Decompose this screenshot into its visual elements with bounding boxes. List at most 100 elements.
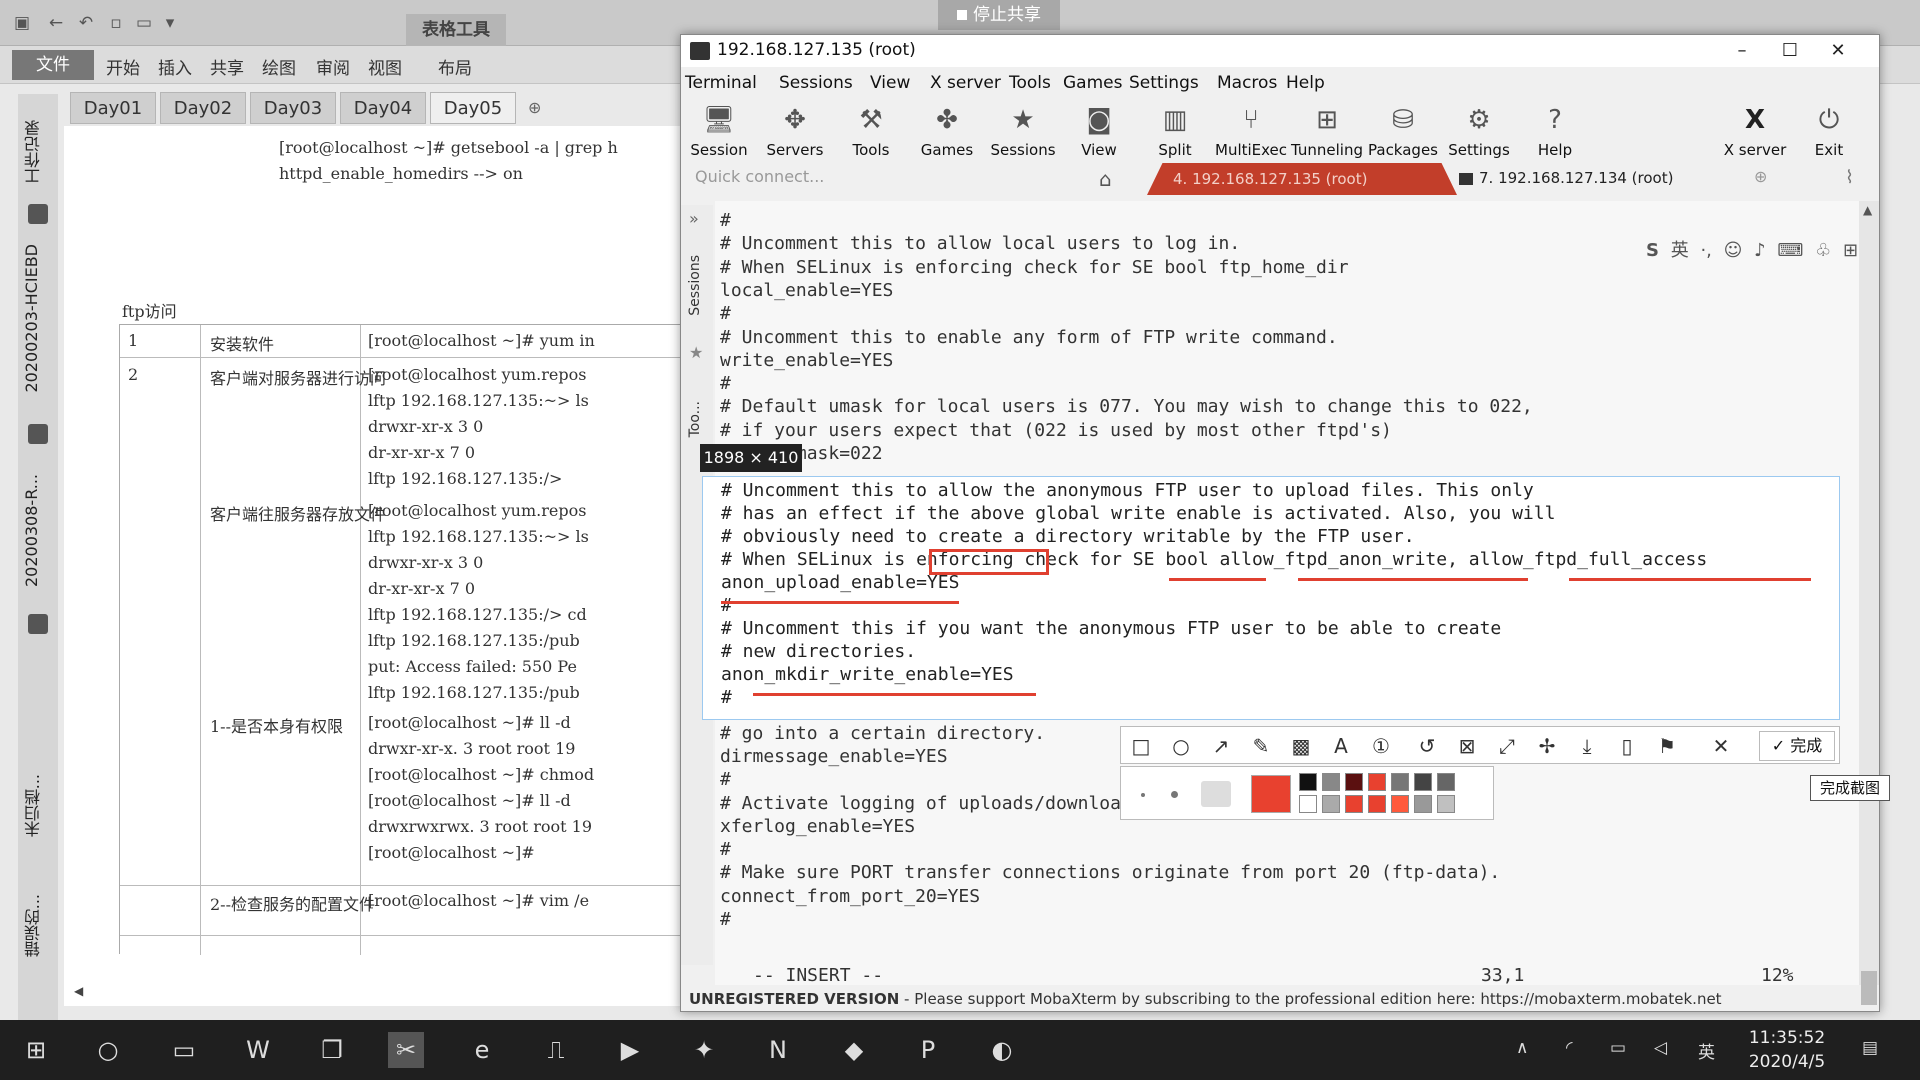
- close-icon[interactable]: ✕: [1815, 37, 1861, 65]
- mic-icon[interactable]: ♪: [1754, 240, 1766, 261]
- menu-view[interactable]: View: [870, 73, 910, 93]
- tray-chevron-icon[interactable]: ∧: [1516, 1038, 1528, 1058]
- menu-review[interactable]: 审阅: [316, 54, 350, 79]
- screenshot-selection-area[interactable]: # Uncomment this to allow the anonymous …: [702, 476, 1840, 720]
- color-swatch[interactable]: [1391, 795, 1409, 813]
- long-screenshot-icon[interactable]: ⤢: [1493, 733, 1521, 759]
- size-medium[interactable]: [1171, 791, 1178, 798]
- undo-icon[interactable]: ↺: [1413, 733, 1441, 759]
- ime-lang[interactable]: 英: [1671, 240, 1689, 261]
- menu-share[interactable]: 共享: [210, 54, 244, 79]
- home-icon[interactable]: ⌂: [1099, 167, 1112, 191]
- annotation-underline[interactable]: [1169, 578, 1266, 581]
- annotation-rectangle[interactable]: [929, 549, 1049, 575]
- skin-icon[interactable]: ♧: [1815, 240, 1831, 261]
- menu-sessions[interactable]: Sessions: [779, 73, 853, 93]
- tab-day02[interactable]: Day02: [160, 92, 246, 124]
- system-clock[interactable]: 11:35:52 2020/4/5: [1742, 1026, 1832, 1074]
- menu-macros[interactable]: Macros: [1217, 73, 1277, 93]
- mobaxterm-taskbar-icon[interactable]: ◐: [984, 1032, 1020, 1068]
- rectangle-tool-icon[interactable]: □: [1127, 733, 1155, 759]
- scroll-left-icon[interactable]: ◀: [74, 984, 83, 998]
- window-switch-icon[interactable]: ❐: [314, 1032, 350, 1068]
- emoji-icon[interactable]: ☺: [1724, 240, 1743, 261]
- grid-icon[interactable]: ⊞: [1843, 240, 1858, 261]
- color-swatch[interactable]: [1299, 773, 1317, 791]
- tab-day04[interactable]: Day04: [340, 92, 426, 124]
- new-tab-icon[interactable]: ⊕: [1754, 167, 1767, 186]
- annotation-underline[interactable]: [721, 601, 959, 604]
- add-tab-icon[interactable]: ⊕: [528, 98, 541, 117]
- maximize-icon[interactable]: ☐: [1767, 37, 1813, 65]
- tab-day05[interactable]: Day05: [430, 92, 516, 124]
- stop-share-button[interactable]: 停止共享: [938, 0, 1060, 30]
- size-large[interactable]: [1201, 781, 1231, 807]
- search-circle-icon[interactable]: ○: [90, 1032, 126, 1068]
- color-swatch[interactable]: [1368, 795, 1386, 813]
- terminal-scrollbar[interactable]: ▲: [1859, 201, 1879, 1005]
- arrow-tool-icon[interactable]: ↗: [1207, 733, 1235, 759]
- video-app-icon[interactable]: ▶: [612, 1032, 648, 1068]
- sidebar-item-errors[interactable]: 错误的...: [22, 894, 54, 957]
- keyboard-icon[interactable]: ⌨: [1777, 240, 1803, 261]
- menu-games[interactable]: Games: [1063, 73, 1122, 93]
- menu-home[interactable]: 开始: [106, 54, 140, 79]
- color-swatch[interactable]: [1391, 773, 1409, 791]
- color-swatch[interactable]: [1414, 795, 1432, 813]
- word-icon[interactable]: W: [240, 1032, 276, 1068]
- ime-indicator[interactable]: 英: [1698, 1038, 1715, 1063]
- sidebar-item-hciebd[interactable]: 20200203-HCIEBD: [22, 244, 54, 393]
- finish-screenshot-button[interactable]: ✓ 完成: [1759, 731, 1835, 761]
- print-icon[interactable]: ▭: [134, 13, 154, 33]
- volume-icon[interactable]: ◁: [1654, 1038, 1667, 1058]
- tab-day01[interactable]: Day01: [70, 92, 156, 124]
- punct-icon[interactable]: ·,: [1700, 240, 1711, 261]
- menu-settings[interactable]: Settings: [1129, 73, 1199, 93]
- tab-session-135[interactable]: 4. 192.168.127.135 (root): [1147, 163, 1457, 195]
- tab-session-134[interactable]: 7. 192.168.127.134 (root): [1459, 169, 1673, 187]
- sidebar-item-work-log[interactable]: 工作记录: [22, 120, 54, 184]
- pen-tool-icon[interactable]: ✎: [1247, 733, 1275, 759]
- scroll-up-icon[interactable]: ▲: [1863, 203, 1872, 217]
- ocr-icon[interactable]: ⊠: [1453, 733, 1481, 759]
- color-swatch[interactable]: [1322, 773, 1340, 791]
- color-swatch[interactable]: [1368, 773, 1386, 791]
- color-swatch[interactable]: [1345, 795, 1363, 813]
- annotation-underline[interactable]: [1569, 578, 1811, 581]
- start-windows-icon[interactable]: ⊞: [18, 1032, 54, 1068]
- ellipse-tool-icon[interactable]: ○: [1167, 733, 1195, 759]
- sidebar-item-unfiled[interactable]: 未归档...: [22, 774, 54, 837]
- menu-file[interactable]: 文件: [12, 50, 94, 80]
- attach-icon[interactable]: ⌇: [1845, 167, 1854, 188]
- screenshot-app-icon[interactable]: ✂: [388, 1032, 424, 1068]
- ie-browser-icon[interactable]: e: [464, 1032, 500, 1068]
- menu-tools[interactable]: Tools: [1009, 73, 1051, 93]
- onenote-icon[interactable]: N: [760, 1032, 796, 1068]
- tab-day03[interactable]: Day03: [250, 92, 336, 124]
- sessions-side-tab[interactable]: Sessions: [687, 255, 703, 316]
- fox-app-icon[interactable]: ◆: [836, 1032, 872, 1068]
- size-small[interactable]: [1141, 793, 1145, 797]
- menu-help[interactable]: Help: [1286, 73, 1325, 93]
- paint-app-icon[interactable]: ✦: [686, 1032, 722, 1068]
- menu-terminal[interactable]: Terminal: [685, 73, 757, 93]
- notification-icon[interactable]: ▤: [1862, 1038, 1878, 1058]
- mosaic-tool-icon[interactable]: ▩: [1287, 733, 1315, 759]
- collapse-panel-icon[interactable]: »: [689, 209, 699, 228]
- color-swatch[interactable]: [1437, 795, 1455, 813]
- menu-view[interactable]: 视图: [368, 54, 402, 79]
- color-swatch[interactable]: [1437, 773, 1455, 791]
- annotation-underline[interactable]: [753, 693, 1036, 696]
- pin-icon[interactable]: ✢: [1533, 733, 1561, 759]
- file-explorer-icon[interactable]: ▭: [166, 1032, 202, 1068]
- mouse-app-icon[interactable]: ⎍: [538, 1032, 574, 1068]
- color-swatch[interactable]: [1345, 773, 1363, 791]
- annotation-underline[interactable]: [1298, 578, 1528, 581]
- ppt-icon[interactable]: P: [910, 1032, 946, 1068]
- tools-side-tab[interactable]: Too...: [687, 401, 703, 437]
- phone-icon[interactable]: ▯: [1613, 733, 1641, 759]
- text-tool-icon[interactable]: A: [1327, 733, 1355, 759]
- quick-connect-input[interactable]: Quick connect...: [695, 167, 824, 186]
- menu-x-server[interactable]: X server: [930, 73, 1001, 93]
- minimize-icon[interactable]: –: [1719, 37, 1765, 65]
